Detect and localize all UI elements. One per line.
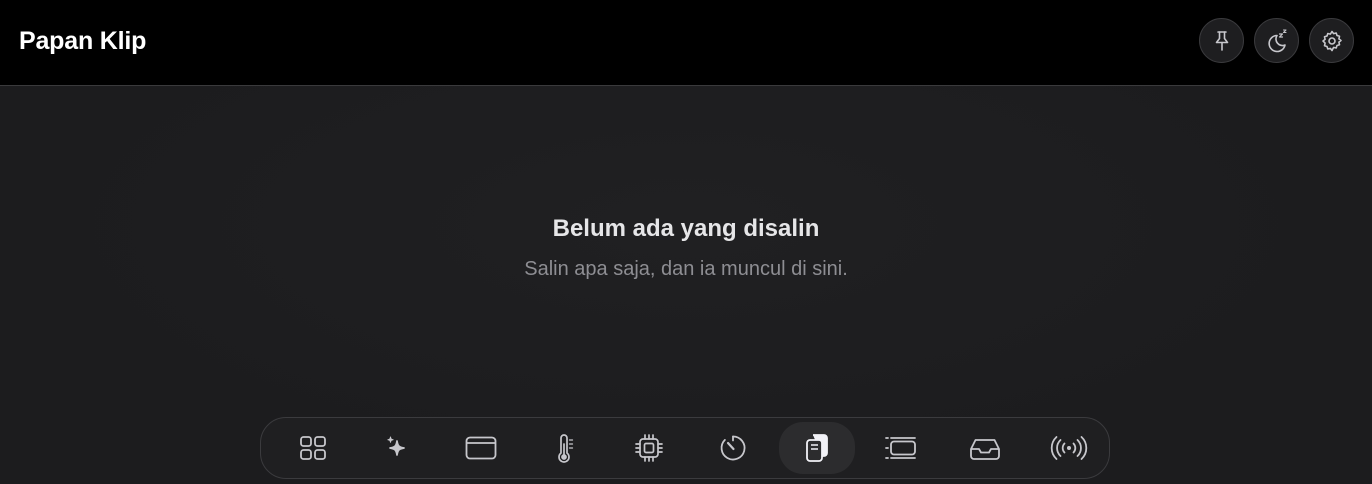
moon-zzz-icon bbox=[1267, 28, 1287, 52]
dock-item-ai[interactable] bbox=[359, 422, 435, 474]
dock-item-timer[interactable] bbox=[695, 422, 771, 474]
dock-item-inbox[interactable] bbox=[947, 422, 1023, 474]
dock-item-window[interactable] bbox=[443, 422, 519, 474]
window-icon bbox=[465, 436, 497, 460]
broadcast-icon bbox=[1050, 436, 1088, 460]
dock-item-processor[interactable] bbox=[611, 422, 687, 474]
thermometer-icon bbox=[558, 434, 574, 463]
sleep-button[interactable] bbox=[1254, 18, 1299, 63]
clipboard-icon bbox=[806, 434, 828, 462]
pin-button[interactable] bbox=[1199, 18, 1244, 63]
gear-icon bbox=[1321, 30, 1342, 51]
header-actions bbox=[1199, 18, 1354, 63]
dock-item-list[interactable] bbox=[863, 422, 939, 474]
list-icon bbox=[885, 437, 916, 459]
dock-item-overview[interactable] bbox=[275, 422, 351, 474]
empty-state-subtitle: Salin apa saja, dan ia muncul di sini. bbox=[524, 258, 848, 280]
sparkles-icon bbox=[387, 436, 405, 456]
inbox-tray-icon bbox=[970, 439, 1000, 460]
empty-state-title: Belum ada yang disalin bbox=[552, 215, 820, 242]
top-bar: Papan Klip bbox=[0, 0, 1372, 86]
app-title: Papan Klip bbox=[19, 27, 147, 55]
content-area: Belum ada yang disalin Salin apa saja, d… bbox=[0, 86, 1372, 484]
pin-icon bbox=[1215, 30, 1228, 51]
dock-item-temperature[interactable] bbox=[527, 422, 603, 474]
dock-item-broadcast[interactable] bbox=[1031, 422, 1107, 474]
dock-item-clipboard[interactable] bbox=[779, 422, 855, 474]
grid-icon bbox=[300, 436, 326, 460]
bottom-dock bbox=[260, 417, 1110, 479]
cpu-chip-icon bbox=[635, 434, 663, 462]
settings-button[interactable] bbox=[1309, 18, 1354, 63]
timer-icon bbox=[720, 435, 746, 461]
clipboard-window: Papan Klip Belum ada yang disalin Salin … bbox=[0, 0, 1372, 484]
